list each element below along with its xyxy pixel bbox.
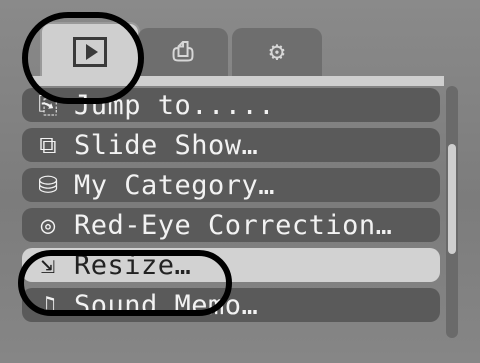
slideshow-icon: ⧉	[39, 131, 57, 159]
menu-item-label: Slide Show…	[74, 129, 259, 161]
menu-item-my-category[interactable]: ⛁ My Category…	[22, 168, 440, 202]
category-icon: ⛁	[37, 171, 59, 199]
tab-setup[interactable]: ⚙	[232, 28, 322, 76]
resize-item-highlight-ring	[18, 250, 232, 316]
scrollbar-thumb[interactable]	[448, 144, 456, 254]
red-eye-icon: ◎	[40, 211, 56, 239]
print-icon: ⎙	[172, 36, 194, 67]
menu-item-slide-show[interactable]: ⧉ Slide Show…	[22, 128, 440, 162]
menu-item-red-eye-correction[interactable]: ◎ Red-Eye Correction…	[22, 208, 440, 242]
playback-tab-highlight-ring	[22, 12, 144, 104]
setup-icon: ⚙	[269, 37, 285, 67]
tab-print[interactable]: ⎙	[138, 28, 228, 76]
menu-item-label: My Category…	[74, 169, 276, 201]
menu-scrollbar[interactable]	[446, 86, 458, 338]
camera-menu-screen: ⎙ ⚙ ⎘ Jump to..... ⧉ Slide Show… ⛁ My Ca…	[0, 0, 480, 363]
menu-item-label: Red-Eye Correction…	[74, 209, 393, 241]
